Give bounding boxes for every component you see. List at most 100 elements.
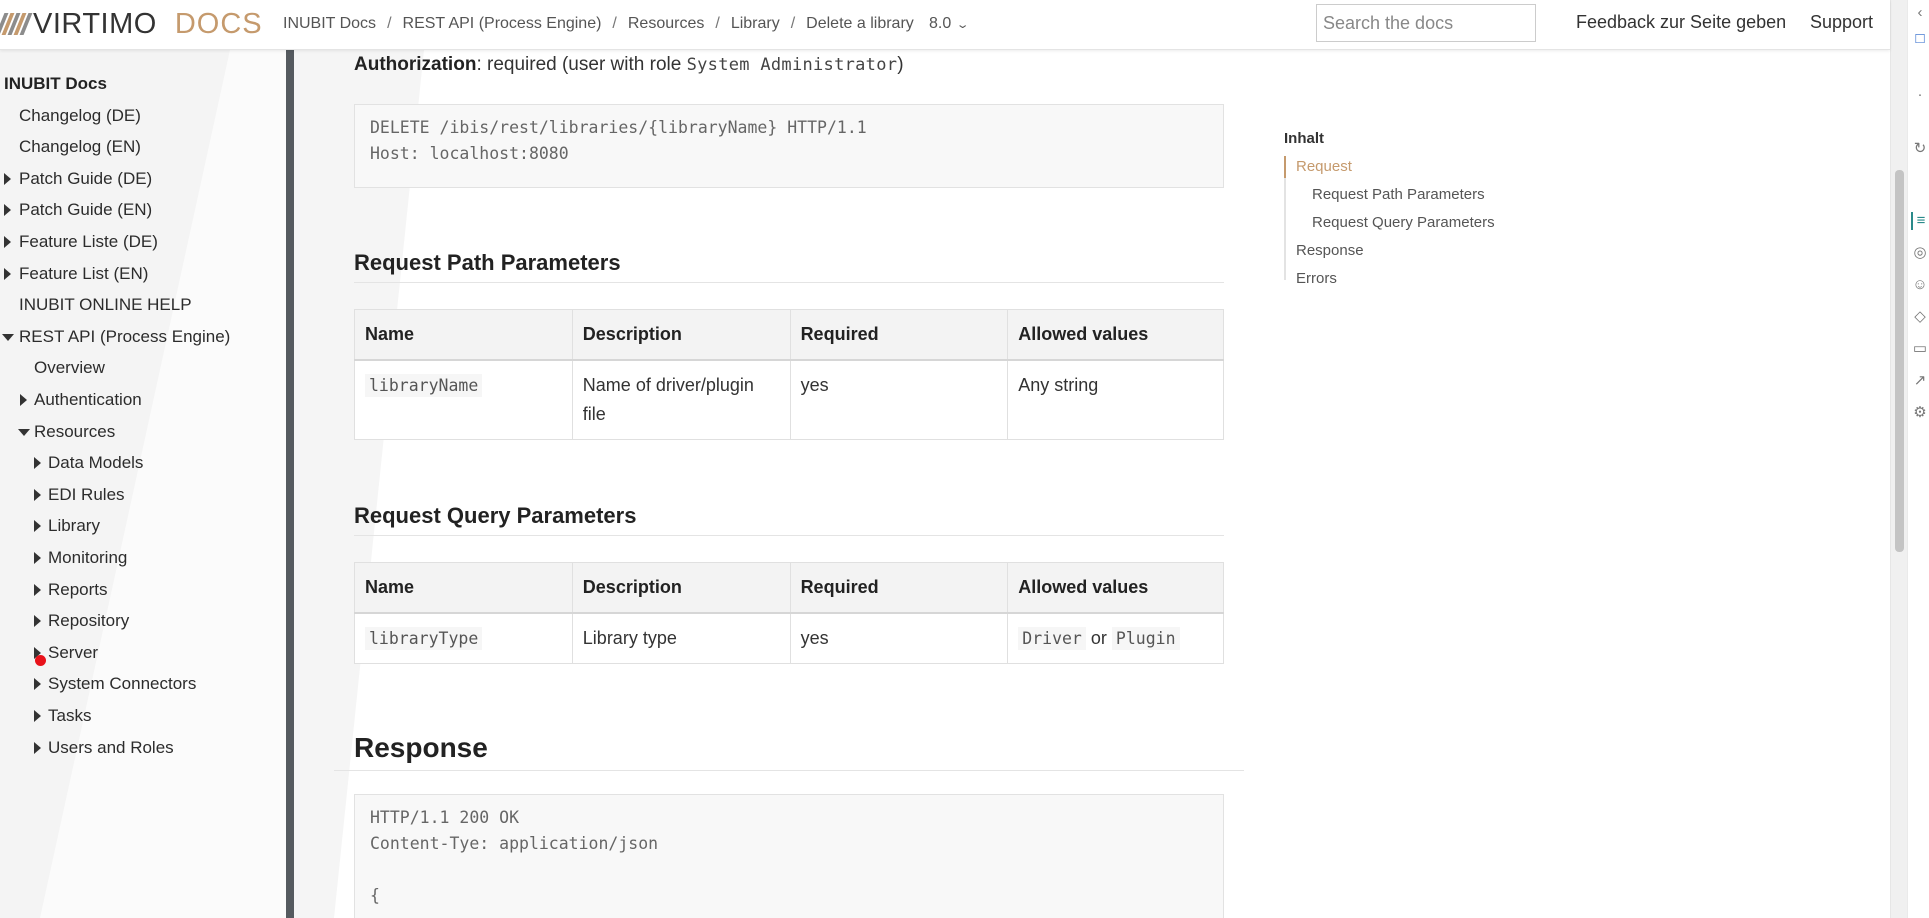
sidebar-item-feature-liste-de[interactable]: Feature Liste (DE) — [19, 230, 158, 254]
caret-right-icon[interactable] — [34, 520, 41, 533]
allowed-value-or: or — [1090, 627, 1107, 648]
support-link[interactable]: Support — [1810, 12, 1873, 33]
caret-down-icon[interactable] — [2, 333, 14, 341]
tablet-icon[interactable]: ▭ — [1911, 340, 1929, 358]
sidebar-item-overview[interactable]: Overview — [34, 356, 105, 380]
sidebar-item-tasks[interactable]: Tasks — [48, 704, 91, 728]
sidebar-item-changelog-de[interactable]: Changelog (DE) — [19, 104, 141, 128]
query-params-table: Name Description Required Allowed values… — [354, 562, 1224, 664]
sidebar-item-rest-api-process-engine[interactable]: REST API (Process Engine) — [19, 325, 230, 349]
back-arrow-icon[interactable]: ‹ — [1911, 4, 1929, 22]
sidebar-item-library[interactable]: Library — [48, 514, 100, 538]
caret-right-icon[interactable] — [34, 488, 41, 501]
sidebar-item-patch-guide-en[interactable]: Patch Guide (EN) — [19, 198, 152, 222]
sidebar-item-feature-list-en[interactable]: Feature List (EN) — [19, 262, 148, 286]
sidebar-item-monitoring[interactable]: Monitoring — [48, 546, 127, 570]
authorization-role: System Administrator — [686, 55, 898, 75]
toc-item-request-path-parameters[interactable]: Request Path Parameters — [1312, 186, 1485, 203]
main-content[interactable]: Authorization: required (user with role … — [294, 50, 1890, 918]
settings-icon[interactable]: ⚙ — [1911, 404, 1929, 422]
sidebar-item-patch-guide-de[interactable]: Patch Guide (DE) — [19, 167, 152, 191]
table-row: libraryName Name of driver/plugin file y… — [354, 359, 1224, 440]
tag-icon[interactable]: ◇ — [1911, 308, 1929, 326]
version-selector[interactable]: 8.0 ⌄ — [929, 15, 970, 33]
caret-down-icon[interactable] — [18, 428, 30, 436]
response-code-block[interactable]: HTTP/1.1 200 OK Content-Tye: application… — [354, 794, 1224, 918]
person-icon[interactable]: ☺ — [1911, 276, 1929, 294]
caret-right-icon[interactable] — [4, 172, 11, 185]
version-label: 8.0 — [929, 15, 952, 32]
caret-right-icon[interactable] — [4, 204, 11, 217]
param-name-code: libraryName — [365, 373, 483, 397]
caret-right-icon[interactable] — [34, 710, 41, 722]
request-code-block[interactable]: DELETE /ibis/rest/libraries/{libraryName… — [354, 104, 1224, 188]
toc-item-request-query-parameters[interactable]: Request Query Parameters — [1312, 214, 1495, 231]
toc-list: Request Request Path Parameters Request Qu… — [1284, 156, 1524, 287]
sidebar-item-resources[interactable]: Resources — [34, 420, 115, 444]
browser-side-rail: ‹ □ · ↻ ≡ ◎ ☺ ◇ ▭ ↗ ⚙ — [1907, 0, 1929, 918]
logo-docs-label: DOCS — [174, 7, 263, 40]
sidebar-item-authentication[interactable]: Authentication — [34, 388, 142, 412]
sidebar-item-inubit-docs[interactable]: INUBIT Docs — [4, 72, 107, 96]
chart-icon[interactable]: ↗ — [1911, 372, 1929, 390]
column-header-allowed-values: Allowed values — [1007, 309, 1224, 361]
breadcrumb-item-library[interactable]: Library — [731, 15, 780, 33]
sidebar-item-repository[interactable]: Repository — [48, 609, 129, 633]
allowed-value-plugin: Plugin — [1111, 626, 1180, 650]
breadcrumb-item-inubit-docs[interactable]: INUBIT Docs — [283, 15, 376, 33]
search-input[interactable] — [1316, 4, 1536, 42]
sidebar[interactable]: INUBIT Docs Changelog (DE) Changelog (EN) P… — [0, 50, 286, 918]
caret-right-icon[interactable] — [4, 236, 11, 248]
page-scrollbar[interactable] — [1890, 0, 1907, 918]
column-header-description: Description — [571, 562, 791, 614]
scrollbar-thumb[interactable] — [1895, 170, 1904, 552]
caret-right-icon[interactable] — [34, 678, 41, 691]
cell-required: yes — [789, 612, 1009, 664]
cell-description: Library type — [571, 612, 791, 664]
column-header-name: Name — [354, 309, 573, 361]
history-icon[interactable]: ↻ — [1911, 140, 1929, 158]
breadcrumb-separator: / — [715, 15, 720, 32]
caret-right-icon[interactable] — [34, 457, 41, 470]
sidebar-item-reports[interactable]: Reports — [48, 578, 108, 602]
top-navigation-bar: VIRTIMO DOCS INUBIT Docs / REST API (Pro… — [0, 0, 1890, 50]
sidebar-item-edi-rules[interactable]: EDI Rules — [48, 483, 125, 507]
breadcrumb-item-delete-library[interactable]: Delete a library — [806, 15, 914, 33]
toc-item-response[interactable]: Response — [1296, 242, 1364, 259]
response-heading: Response — [334, 732, 1244, 771]
sidebar-item-changelog-en[interactable]: Changelog (EN) — [19, 135, 141, 159]
feedback-link[interactable]: Feedback zur Seite geben — [1576, 12, 1786, 33]
sidebar-item-inubit-online-help[interactable]: INUBIT ONLINE HELP — [19, 293, 192, 317]
column-header-required: Required — [789, 309, 1009, 361]
notes-icon[interactable]: ≡ — [1911, 212, 1929, 230]
caret-right-icon[interactable] — [20, 394, 27, 406]
sidebar-item-data-models[interactable]: Data Models — [48, 451, 143, 475]
brand-icon[interactable]: · — [1911, 86, 1929, 104]
breadcrumb-item-resources[interactable]: Resources — [628, 15, 704, 33]
column-header-description: Description — [571, 309, 791, 361]
toc-title: Inhalt — [1284, 130, 1324, 147]
caret-right-icon[interactable] — [34, 583, 41, 596]
authorization-line: Authorization: required (user with role … — [354, 54, 904, 76]
caret-right-icon[interactable] — [34, 552, 41, 564]
virtimo-logo[interactable]: VIRTIMO DOCS — [0, 6, 263, 42]
sidebar-item-users-and-roles[interactable]: Users and Roles — [48, 736, 174, 760]
breadcrumb-item-rest-api[interactable]: REST API (Process Engine) — [403, 15, 602, 33]
authorization-text: : required (user with role — [476, 54, 687, 75]
caret-right-icon[interactable] — [34, 741, 41, 754]
globe-icon[interactable]: ◎ — [1911, 244, 1929, 262]
param-name-code: libraryType — [365, 626, 483, 650]
query-params-heading: Request Query Parameters — [354, 503, 1224, 536]
bookmark-icon[interactable]: □ — [1911, 30, 1929, 48]
toc-active-indicator — [1284, 156, 1286, 178]
path-params-heading: Request Path Parameters — [354, 250, 1224, 283]
cell-allowed-values: Any string — [1007, 359, 1224, 440]
caret-right-icon[interactable] — [34, 615, 41, 628]
sidebar-item-system-connectors[interactable]: System Connectors — [48, 672, 196, 696]
sidebar-divider — [286, 50, 294, 918]
sidebar-item-server[interactable]: Server — [48, 641, 98, 665]
breadcrumb: INUBIT Docs / REST API (Process Engine) … — [283, 15, 914, 33]
toc-item-errors[interactable]: Errors — [1296, 270, 1337, 287]
caret-right-icon[interactable] — [4, 267, 11, 280]
toc-item-request[interactable]: Request — [1296, 158, 1352, 175]
